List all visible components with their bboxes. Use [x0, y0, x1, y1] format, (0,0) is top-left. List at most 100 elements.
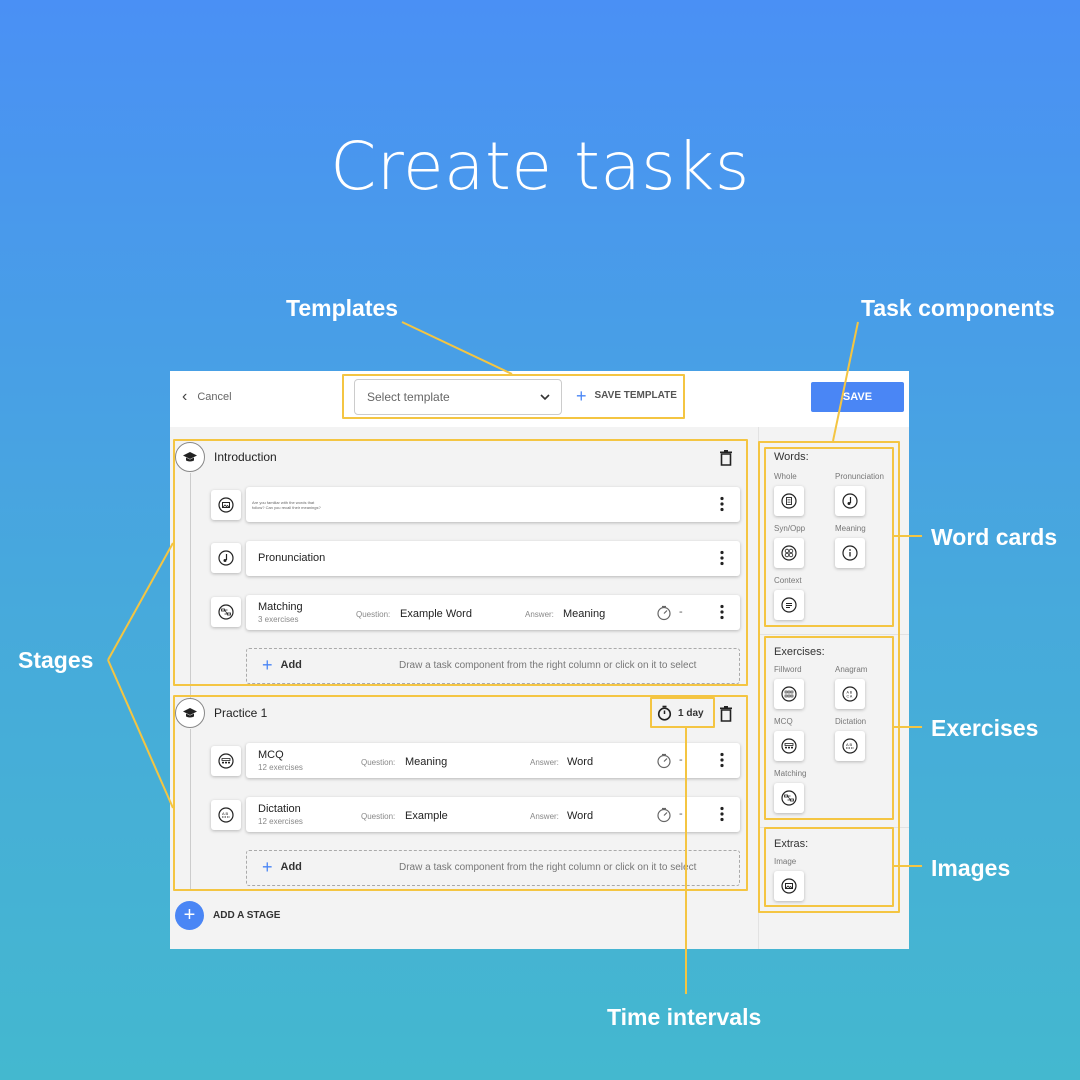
image-icon[interactable]	[211, 490, 241, 520]
toolbar: ‹ Cancel Select template + SAVE TEMPLATE…	[170, 371, 909, 427]
save-template-button[interactable]: + SAVE TEMPLATE	[576, 385, 677, 406]
stage-connector-line	[190, 729, 191, 889]
exercises-heading: Exercises:	[774, 646, 825, 658]
interval-timer-icon[interactable]	[656, 807, 672, 823]
question-value[interactable]: Example	[405, 810, 448, 822]
graduation-cap-icon	[175, 442, 205, 472]
delete-stage-icon[interactable]	[719, 706, 733, 722]
task-card-pronunciation[interactable]: Pronunciation	[246, 541, 740, 576]
svg-text:A B: A B	[846, 742, 853, 747]
more-vertical-icon[interactable]	[720, 604, 724, 620]
words-heading: Words:	[774, 451, 809, 463]
question-value[interactable]: Meaning	[405, 756, 447, 768]
task-text-preview: Are you familiar with the words that fol…	[252, 500, 321, 510]
task-name: Matching	[258, 601, 303, 613]
info-icon[interactable]	[835, 538, 865, 568]
delete-stage-icon[interactable]	[719, 450, 733, 466]
image-icon[interactable]	[774, 871, 804, 901]
task-card-mcq[interactable]: MCQ 12 exercises Question: Meaning Answe…	[246, 743, 740, 778]
save-button[interactable]: SAVE	[811, 382, 904, 412]
answer-value[interactable]: Meaning	[563, 608, 605, 620]
matching-icon[interactable]	[211, 597, 241, 627]
svg-text:A B: A B	[222, 811, 229, 816]
component-label: Dictation	[835, 717, 867, 726]
anagram-icon[interactable]: A BC A	[835, 679, 865, 709]
callout-templates: Templates	[286, 295, 399, 321]
add-task-button[interactable]: + Add	[262, 656, 302, 674]
matching-icon[interactable]	[774, 783, 804, 813]
component-syn-opp[interactable]: Syn/Opp	[774, 524, 832, 568]
fillword-icon[interactable]	[774, 679, 804, 709]
component-matching[interactable]: Matching	[774, 769, 832, 813]
stage-title[interactable]: Practice 1	[214, 706, 267, 720]
interval-timer-icon[interactable]	[656, 605, 672, 621]
task-components-panel: Words: Whole Pronunciation Syn/Opp Meani…	[758, 427, 909, 949]
add-stage-button[interactable]: + ADD A STAGE	[175, 901, 280, 930]
words-section: Words: Whole Pronunciation Syn/Opp Meani…	[767, 445, 901, 620]
task-card-matching[interactable]: Matching 3 exercises Question: Example W…	[246, 595, 740, 630]
component-label: MCQ	[774, 717, 793, 726]
component-mcq[interactable]: MCQ	[774, 717, 832, 761]
mcq-icon[interactable]	[211, 746, 241, 776]
stage-title[interactable]: Introduction	[214, 450, 277, 464]
answer-value[interactable]: Word	[567, 756, 593, 768]
answer-value[interactable]: Word	[567, 810, 593, 822]
component-context[interactable]: Context	[774, 576, 832, 620]
more-vertical-icon[interactable]	[720, 752, 724, 768]
interval-value: -	[679, 606, 683, 618]
add-label: Add	[280, 659, 302, 671]
dictation-icon[interactable]: A B	[211, 800, 241, 830]
task-name: MCQ	[258, 749, 284, 761]
mcq-icon[interactable]	[774, 731, 804, 761]
task-text-line: follow? Can you recall their meanings?	[252, 505, 321, 510]
chevron-down-icon	[540, 394, 550, 401]
task-card-dictation[interactable]: Dictation 12 exercises Question: Example…	[246, 797, 740, 832]
component-label: Syn/Opp	[774, 524, 806, 533]
svg-text:C A: C A	[847, 695, 853, 699]
save-template-label: SAVE TEMPLATE	[594, 390, 677, 401]
task-exercise-count: 12 exercises	[258, 817, 303, 826]
stage-interval-value: 1 day	[678, 707, 704, 719]
chevron-left-icon: ‹	[182, 388, 188, 405]
component-label: Meaning	[835, 524, 866, 533]
component-pronunciation[interactable]: Pronunciation	[835, 472, 893, 516]
add-task-button[interactable]: + Add	[262, 858, 302, 876]
component-anagram[interactable]: Anagram A BC A	[835, 665, 893, 709]
more-vertical-icon[interactable]	[720, 550, 724, 566]
section-divider	[759, 634, 909, 635]
component-whole[interactable]: Whole	[774, 472, 832, 516]
plus-icon: +	[576, 385, 587, 406]
component-dictation[interactable]: Dictation A B	[835, 717, 893, 761]
note-icon[interactable]	[835, 486, 865, 516]
question-label: Question:	[361, 812, 396, 821]
task-card-image[interactable]: Are you familiar with the words that fol…	[246, 487, 740, 522]
interval-timer-icon[interactable]	[656, 753, 672, 769]
component-image[interactable]: Image	[774, 857, 832, 901]
cancel-label: Cancel	[197, 391, 232, 403]
text-lines-icon[interactable]	[774, 590, 804, 620]
component-meaning[interactable]: Meaning	[835, 524, 893, 568]
component-label: Pronunciation	[835, 472, 884, 481]
more-vertical-icon[interactable]	[720, 496, 724, 512]
card-icon[interactable]	[774, 486, 804, 516]
add-task-dropzone[interactable]: + Add Draw a task component from the rig…	[246, 850, 740, 886]
note-icon[interactable]	[211, 543, 241, 573]
more-vertical-icon[interactable]	[720, 806, 724, 822]
callout-word-cards: Word cards	[931, 524, 1058, 550]
add-task-dropzone[interactable]: + Add Draw a task component from the rig…	[246, 648, 740, 684]
question-value[interactable]: Example Word	[400, 608, 472, 620]
question-label: Question:	[356, 610, 391, 619]
stage-interval[interactable]: 1 day	[657, 705, 704, 721]
page-title: Create tasks	[330, 128, 750, 205]
synonyms-icon[interactable]	[774, 538, 804, 568]
dictation-icon[interactable]: A B	[835, 731, 865, 761]
add-hint: Draw a task component from the right col…	[399, 660, 697, 671]
interval-value: -	[679, 754, 683, 766]
template-select[interactable]: Select template	[354, 379, 562, 415]
callout-images: Images	[931, 855, 1011, 881]
task-name: Pronunciation	[258, 552, 326, 564]
component-label: Anagram	[835, 665, 868, 674]
cancel-button[interactable]: ‹ Cancel	[182, 389, 232, 405]
answer-label: Answer:	[525, 610, 554, 619]
component-fillword[interactable]: Fillword	[774, 665, 832, 709]
